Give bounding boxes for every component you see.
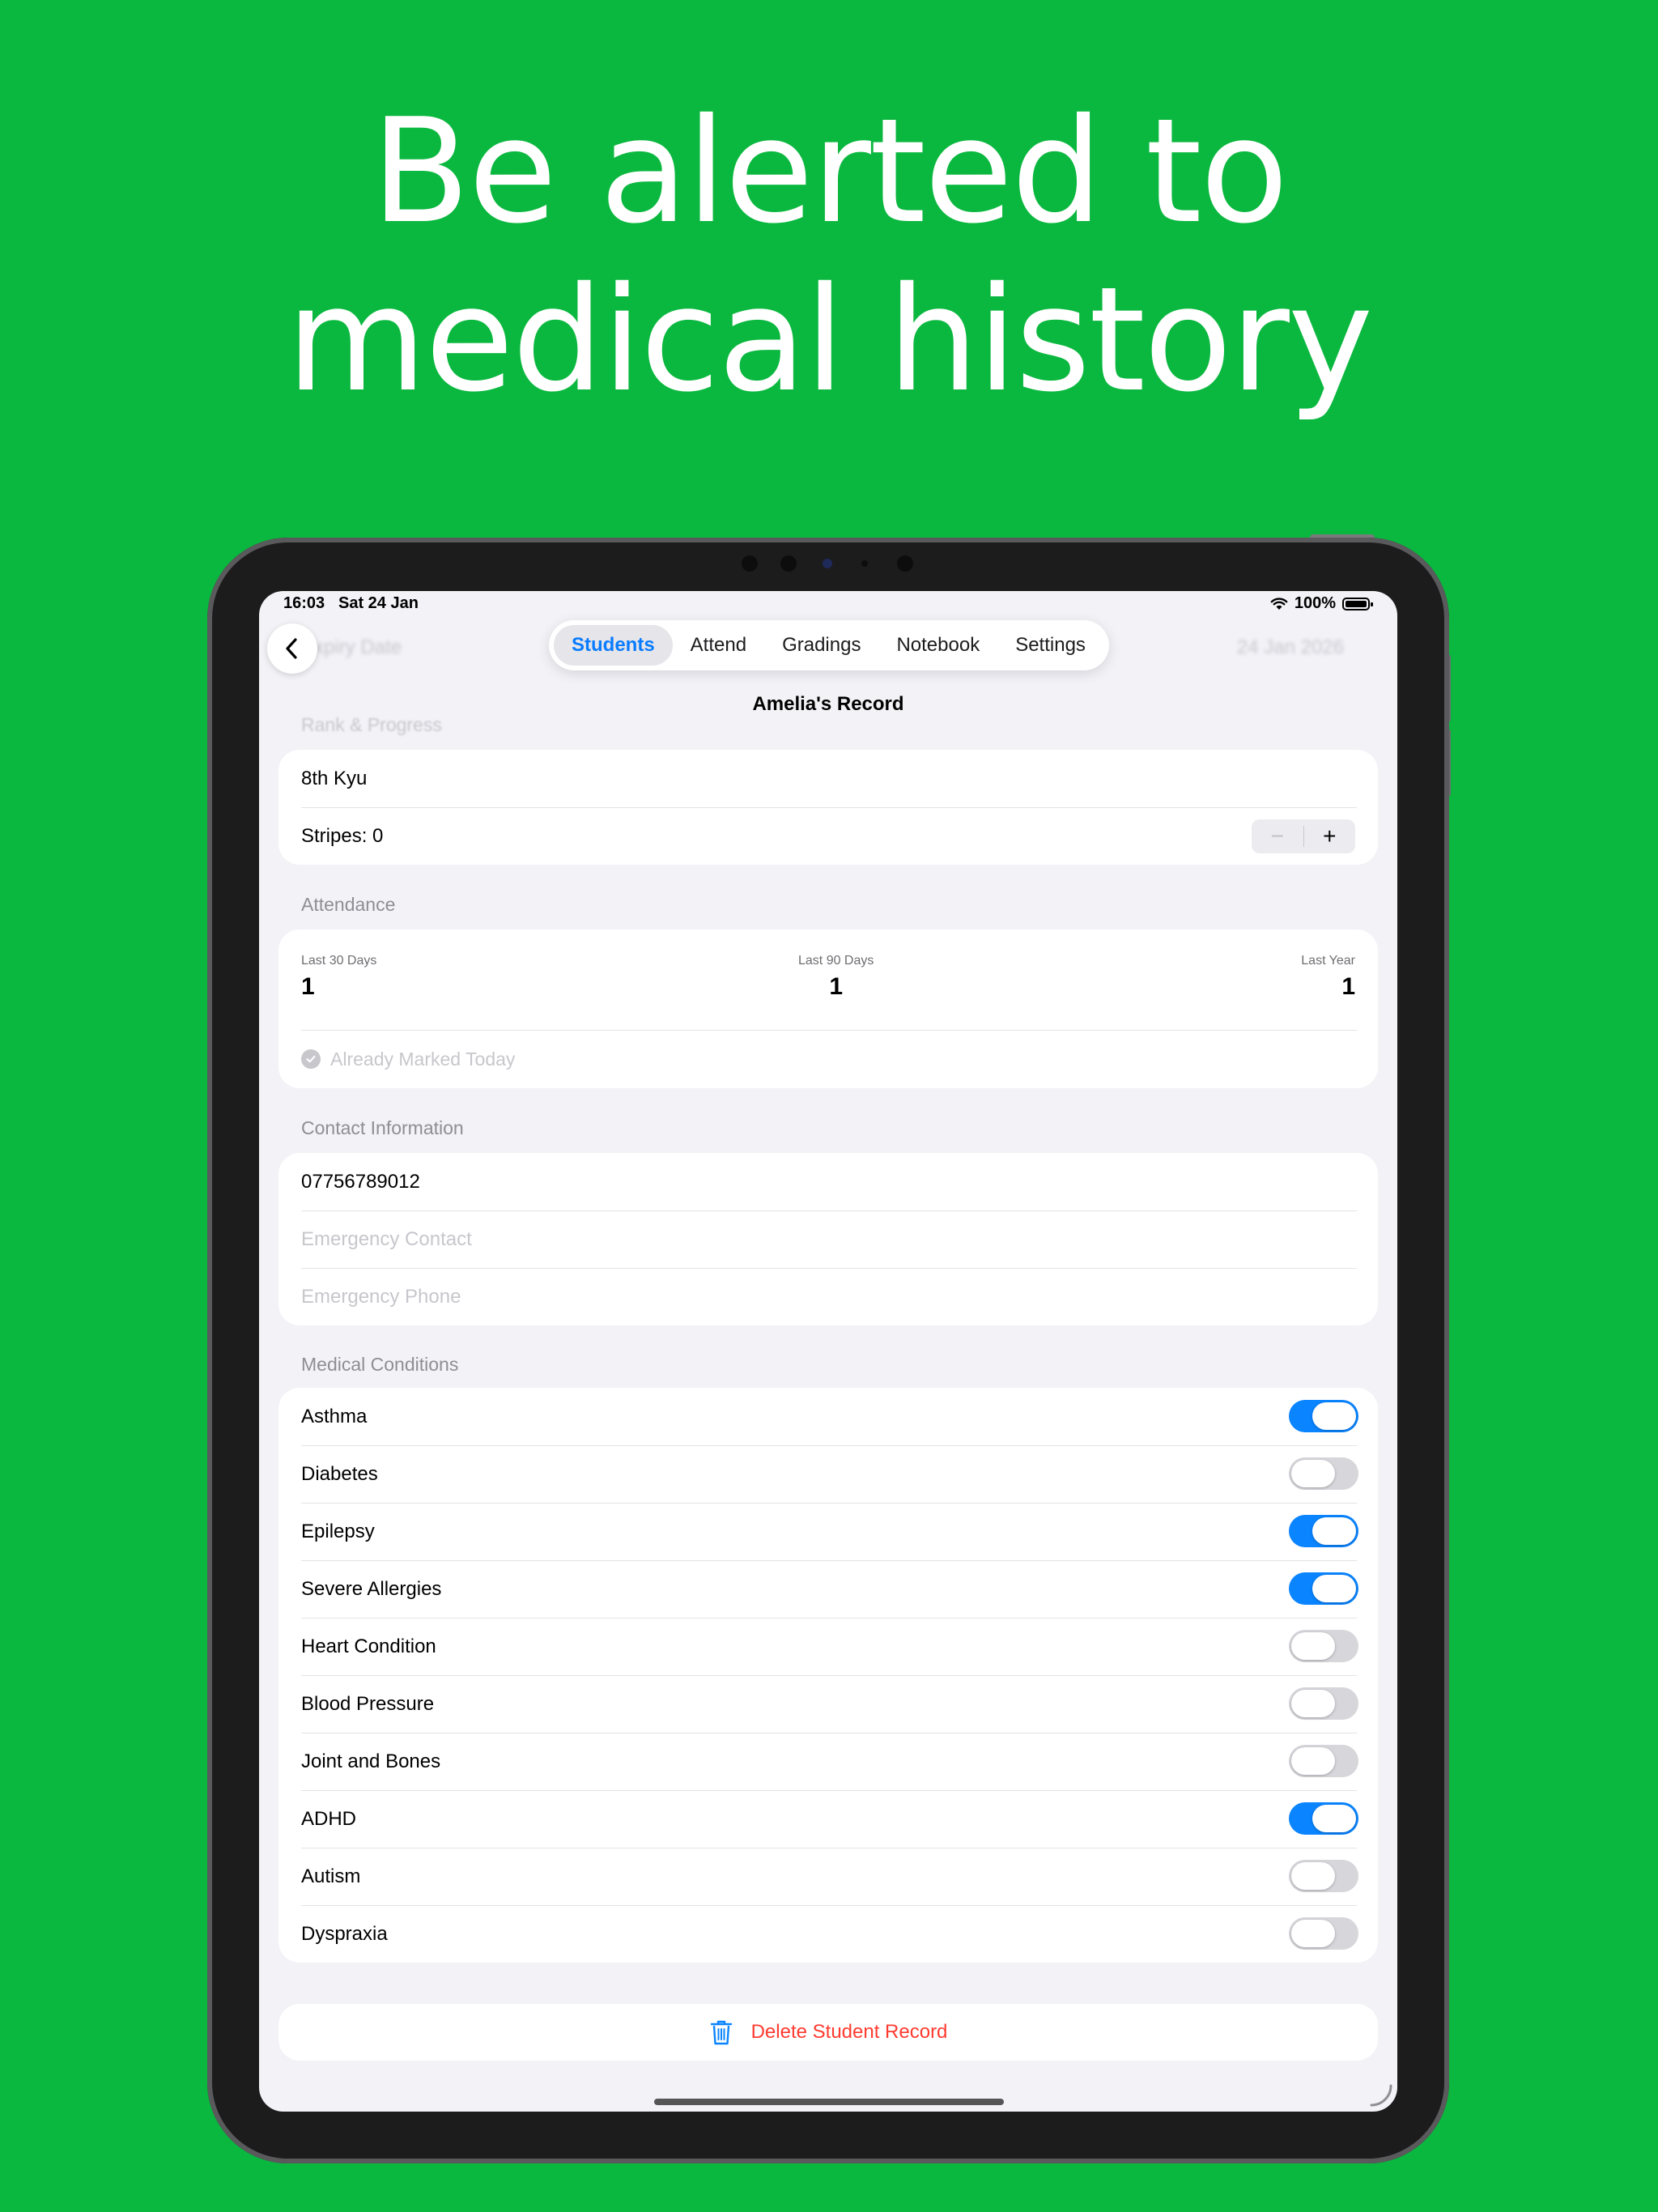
tab-attend[interactable]: Attend bbox=[673, 625, 764, 666]
tab-notebook[interactable]: Notebook bbox=[878, 625, 997, 666]
phone-value: 07756789012 bbox=[301, 1171, 420, 1193]
section-label-rank: Rank & Progress bbox=[301, 714, 442, 735]
attendance-card: Last 30 Days 1 Last 90 Days 1 Last Year … bbox=[278, 929, 1378, 1088]
section-label-medical: Medical Conditions bbox=[301, 1354, 459, 1375]
headline-line-1: Be alerted to bbox=[371, 87, 1289, 255]
condition-label: Blood Pressure bbox=[301, 1693, 435, 1715]
status-time: 16:03 bbox=[283, 594, 325, 612]
sensor-dot bbox=[861, 560, 868, 567]
toggle-epilepsy[interactable] bbox=[1289, 1515, 1358, 1547]
condition-label: Heart Condition bbox=[301, 1636, 436, 1657]
headline-line-2: medical history bbox=[286, 256, 1374, 423]
condition-row-diabetes: Diabetes bbox=[278, 1445, 1378, 1503]
condition-label: Joint and Bones bbox=[301, 1750, 441, 1772]
toggle-dyspraxia[interactable] bbox=[1289, 1917, 1358, 1950]
toggle-severe-allergies[interactable] bbox=[1289, 1572, 1358, 1605]
condition-row-asthma: Asthma bbox=[278, 1388, 1378, 1445]
home-indicator[interactable] bbox=[654, 2099, 1004, 2105]
rank-card: 8th Kyu Stripes: 0 − + bbox=[278, 750, 1378, 865]
stripes-stepper: − + bbox=[1252, 819, 1355, 853]
condition-label: Autism bbox=[301, 1865, 361, 1887]
emergency-contact-field[interactable]: Emergency Contact bbox=[278, 1210, 1378, 1268]
phone-field[interactable]: 07756789012 bbox=[278, 1153, 1378, 1210]
section-label-contact: Contact Information bbox=[301, 1117, 464, 1138]
toggle-asthma[interactable] bbox=[1289, 1400, 1358, 1432]
attendance-stats: Last 30 Days 1 Last 90 Days 1 Last Year … bbox=[278, 929, 1378, 1030]
toggle-heart-condition[interactable] bbox=[1289, 1630, 1358, 1662]
emergency-phone-placeholder: Emergency Phone bbox=[301, 1286, 461, 1308]
stat-last-90-value: 1 bbox=[829, 973, 844, 1000]
condition-label: Asthma bbox=[301, 1406, 368, 1427]
stat-last-30-label: Last 30 Days bbox=[301, 954, 377, 968]
stripes-row: Stripes: 0 − + bbox=[278, 807, 1378, 865]
rank-row[interactable]: 8th Kyu bbox=[278, 750, 1378, 807]
condition-row-dyspraxia: Dyspraxia bbox=[278, 1905, 1378, 1963]
stat-last-90-label: Last 90 Days bbox=[798, 954, 874, 968]
condition-row-epilepsy: Epilepsy bbox=[278, 1503, 1378, 1560]
stat-last-year: Last Year 1 bbox=[1301, 954, 1355, 1001]
camera-lens bbox=[823, 559, 832, 568]
condition-label: ADHD bbox=[301, 1808, 357, 1830]
resize-corner-icon[interactable] bbox=[1367, 2081, 1394, 2108]
chevron-left-icon bbox=[286, 638, 297, 659]
battery-percent: 100% bbox=[1294, 594, 1336, 612]
toggle-adhd[interactable] bbox=[1289, 1802, 1358, 1835]
condition-label: Severe Allergies bbox=[301, 1578, 442, 1600]
delete-student-record-button[interactable]: Delete Student Record bbox=[278, 2004, 1378, 2061]
status-bar: 16:03 Sat 24 Jan 100% bbox=[259, 591, 1397, 614]
wifi-icon bbox=[1270, 597, 1288, 610]
delete-label: Delete Student Record bbox=[750, 2021, 948, 2043]
already-marked-row[interactable]: Already Marked Today bbox=[278, 1030, 1378, 1088]
toggle-diabetes[interactable] bbox=[1289, 1457, 1358, 1490]
condition-label: Diabetes bbox=[301, 1463, 378, 1485]
page-title: Amelia's Record bbox=[752, 693, 904, 715]
condition-row-heart-condition: Heart Condition bbox=[278, 1618, 1378, 1675]
rank-value: 8th Kyu bbox=[301, 768, 368, 789]
stripes-label: Stripes: 0 bbox=[301, 825, 384, 847]
stat-last-30-value: 1 bbox=[301, 973, 315, 1000]
contact-card: 07756789012 Emergency Contact Emergency … bbox=[278, 1153, 1378, 1325]
status-right: 100% bbox=[1270, 594, 1373, 613]
status-date: Sat 24 Jan bbox=[338, 594, 419, 612]
condition-label: Dyspraxia bbox=[301, 1923, 388, 1945]
condition-row-joint-and-bones: Joint and Bones bbox=[278, 1733, 1378, 1790]
toggle-autism[interactable] bbox=[1289, 1860, 1358, 1892]
section-label-attendance: Attendance bbox=[301, 894, 396, 915]
condition-row-adhd: ADHD bbox=[278, 1790, 1378, 1848]
tab-bar: Students Attend Gradings Notebook Settin… bbox=[549, 620, 1109, 670]
sensor-dot bbox=[742, 555, 758, 572]
stepper-increment-button[interactable]: + bbox=[1304, 819, 1356, 853]
tab-students[interactable]: Students bbox=[554, 625, 673, 666]
emergency-phone-field[interactable]: Emergency Phone bbox=[278, 1268, 1378, 1325]
medical-card: Asthma Diabetes Epilepsy Severe Allergie… bbox=[278, 1388, 1378, 1963]
trash-icon bbox=[710, 2020, 732, 2045]
stat-last-90: Last 90 Days 1 bbox=[798, 954, 874, 1001]
emergency-contact-placeholder: Emergency Contact bbox=[301, 1228, 472, 1250]
stat-last-year-value: 1 bbox=[1341, 973, 1355, 1000]
app-screen: 16:03 Sat 24 Jan 100% Expiry Date 24 Jan… bbox=[259, 591, 1397, 2112]
condition-row-severe-allergies: Severe Allergies bbox=[278, 1560, 1378, 1618]
back-button[interactable] bbox=[267, 623, 317, 674]
sensor-dot bbox=[780, 555, 797, 572]
battery-icon bbox=[1342, 597, 1373, 610]
toggle-blood-pressure[interactable] bbox=[1289, 1687, 1358, 1720]
already-marked-label: Already Marked Today bbox=[330, 1048, 516, 1070]
condition-row-blood-pressure: Blood Pressure bbox=[278, 1675, 1378, 1733]
stat-last-30: Last 30 Days 1 bbox=[301, 954, 376, 1001]
headline: Be alerted to medical history bbox=[0, 87, 1658, 424]
tab-settings[interactable]: Settings bbox=[997, 625, 1103, 666]
toggle-joint-and-bones[interactable] bbox=[1289, 1745, 1358, 1777]
stat-last-year-label: Last Year bbox=[1301, 954, 1355, 968]
sensor-dot bbox=[897, 555, 913, 572]
already-marked: Already Marked Today bbox=[301, 1030, 515, 1088]
condition-label: Epilepsy bbox=[301, 1521, 375, 1542]
condition-row-autism: Autism bbox=[278, 1848, 1378, 1905]
checkmark-circle-icon bbox=[301, 1049, 321, 1069]
stepper-decrement-button[interactable]: − bbox=[1252, 819, 1303, 853]
tab-gradings[interactable]: Gradings bbox=[764, 625, 878, 666]
ghost-expiry-value: 24 Jan 2026 bbox=[1236, 636, 1344, 658]
